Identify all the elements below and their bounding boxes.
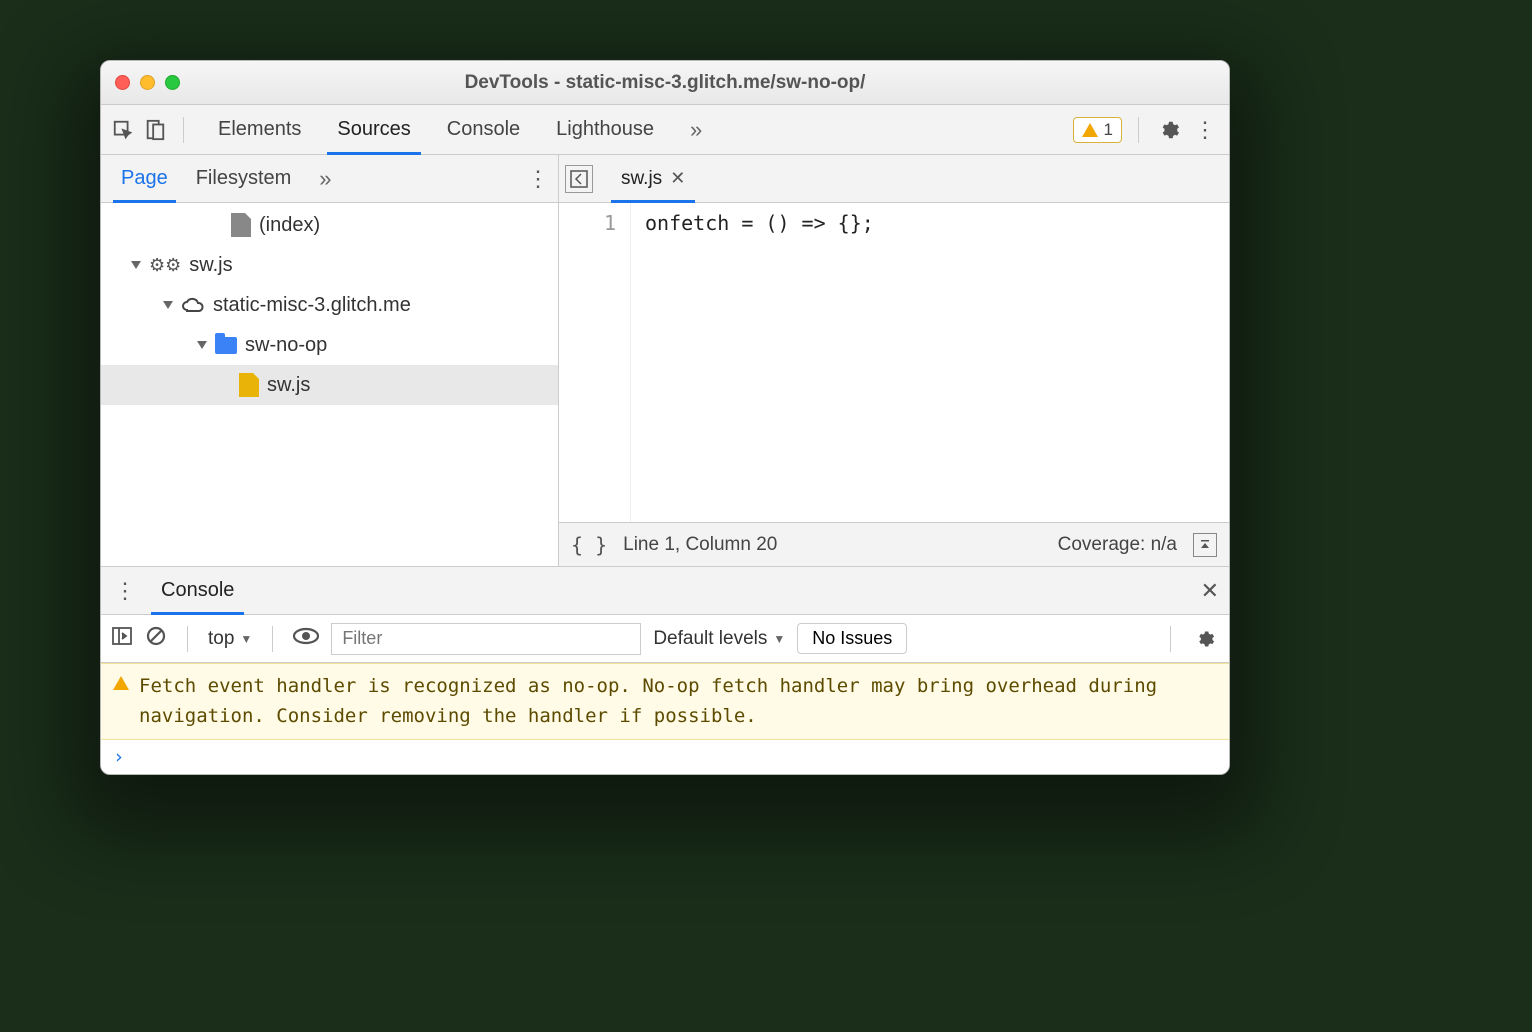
tab-console[interactable]: Console — [429, 105, 538, 154]
main-toolbar: Elements Sources Console Lighthouse » 1 … — [101, 105, 1229, 155]
clear-console-button[interactable] — [145, 625, 167, 652]
prompt-glyph: › — [113, 746, 124, 768]
navigator-tabs: Page Filesystem » ⋮ — [101, 155, 558, 203]
separator — [1138, 117, 1139, 143]
context-label: top — [208, 628, 234, 650]
console-drawer: ⋮ Console ✕ top ▼ Default levels — [101, 566, 1229, 774]
code-editor[interactable]: 1 onfetch = () => {}; — [559, 203, 1229, 522]
close-tab-button[interactable]: ✕ — [670, 168, 685, 189]
context-selector[interactable]: top ▼ — [208, 628, 252, 650]
tab-elements[interactable]: Elements — [200, 105, 319, 154]
line-number: 1 — [559, 211, 616, 235]
tree-item-folder[interactable]: sw-no-op — [101, 325, 558, 365]
file-tree: (index) ⚙︎⚙︎ sw.js static-misc-3.glitch.… — [101, 203, 558, 566]
navigator-tabs-overflow[interactable]: » — [305, 155, 345, 202]
file-icon — [231, 213, 251, 237]
separator — [1170, 626, 1171, 652]
toggle-navigator-button[interactable] — [565, 165, 593, 193]
titlebar: DevTools - static-misc-3.glitch.me/sw-no… — [101, 61, 1229, 105]
console-output: Fetch event handler is recognized as no-… — [101, 663, 1229, 774]
navigator-tab-filesystem[interactable]: Filesystem — [182, 155, 306, 202]
editor-tab-label: sw.js — [621, 168, 662, 190]
expand-icon[interactable] — [163, 301, 173, 309]
separator — [272, 626, 273, 652]
show-console-sidebar-button[interactable] — [111, 625, 133, 652]
drawer-more-button[interactable]: ⋮ — [111, 577, 139, 605]
warning-icon — [113, 676, 129, 690]
tree-label: static-misc-3.glitch.me — [213, 294, 411, 317]
tab-lighthouse[interactable]: Lighthouse — [538, 105, 672, 154]
separator — [183, 117, 184, 143]
levels-label: Default levels — [653, 628, 767, 650]
tree-item-domain[interactable]: static-misc-3.glitch.me — [101, 285, 558, 325]
console-warning-row[interactable]: Fetch event handler is recognized as no-… — [101, 663, 1229, 740]
warning-icon — [1082, 123, 1098, 137]
issues-button[interactable]: No Issues — [797, 623, 907, 654]
cloud-icon — [181, 296, 205, 314]
tree-label: sw.js — [267, 374, 310, 397]
inspect-element-icon[interactable] — [111, 118, 135, 142]
devtools-window: DevTools - static-misc-3.glitch.me/sw-no… — [100, 60, 1230, 775]
js-file-icon — [239, 373, 259, 397]
sources-editor: sw.js ✕ 1 onfetch = () => {}; { } Line 1… — [559, 155, 1229, 566]
sources-panel: Page Filesystem » ⋮ (index) ⚙︎⚙︎ sw.js — [101, 155, 1229, 566]
panel-tabs: Elements Sources Console Lighthouse » — [200, 105, 1065, 154]
tree-item-index[interactable]: (index) — [101, 205, 558, 245]
chevron-down-icon: ▼ — [773, 632, 785, 646]
navigator-tab-page[interactable]: Page — [107, 155, 182, 202]
warnings-badge[interactable]: 1 — [1073, 117, 1122, 143]
pretty-print-button[interactable]: { } — [571, 533, 607, 557]
live-expression-button[interactable] — [293, 627, 319, 650]
folder-icon — [215, 337, 237, 354]
code-content[interactable]: onfetch = () => {}; — [631, 203, 874, 522]
tree-item-worker[interactable]: ⚙︎⚙︎ sw.js — [101, 245, 558, 285]
drawer-tabs: ⋮ Console ✕ — [101, 567, 1229, 615]
tree-item-file-selected[interactable]: sw.js — [101, 365, 558, 405]
cursor-position: Line 1, Column 20 — [623, 534, 777, 556]
tree-label: sw-no-op — [245, 334, 327, 357]
device-toggle-icon[interactable] — [143, 118, 167, 142]
editor-tab-swjs[interactable]: sw.js ✕ — [611, 155, 695, 202]
editor-tabs: sw.js ✕ — [559, 155, 1229, 203]
console-settings-button[interactable] — [1191, 625, 1219, 653]
expand-icon[interactable] — [197, 341, 207, 349]
toggle-debugger-button[interactable] — [1193, 533, 1217, 557]
chevron-down-icon: ▼ — [240, 632, 252, 646]
tree-label: (index) — [259, 214, 320, 237]
console-toolbar: top ▼ Default levels ▼ No Issues — [101, 615, 1229, 663]
settings-button[interactable] — [1155, 116, 1183, 144]
navigator-more-button[interactable]: ⋮ — [524, 165, 552, 193]
sources-navigator: Page Filesystem » ⋮ (index) ⚙︎⚙︎ sw.js — [101, 155, 559, 566]
drawer-tab-console[interactable]: Console — [147, 567, 248, 614]
editor-statusbar: { } Line 1, Column 20 Coverage: n/a — [559, 522, 1229, 566]
log-level-selector[interactable]: Default levels ▼ — [653, 628, 785, 650]
expand-icon[interactable] — [131, 261, 141, 269]
tabs-overflow[interactable]: » — [672, 105, 720, 154]
window-title: DevTools - static-misc-3.glitch.me/sw-no… — [101, 72, 1229, 94]
tree-label: sw.js — [189, 254, 232, 277]
console-prompt[interactable]: › — [101, 740, 1229, 774]
console-filter-input[interactable] — [331, 623, 641, 655]
warning-count: 1 — [1104, 120, 1113, 140]
tab-sources[interactable]: Sources — [319, 105, 428, 154]
line-gutter: 1 — [559, 203, 631, 522]
separator — [187, 626, 188, 652]
coverage-label: Coverage: n/a — [1058, 534, 1177, 556]
close-drawer-button[interactable]: ✕ — [1201, 578, 1219, 604]
more-menu-button[interactable]: ⋮ — [1191, 116, 1219, 144]
warning-message: Fetch event handler is recognized as no-… — [139, 672, 1217, 731]
gears-icon: ⚙︎⚙︎ — [149, 255, 181, 276]
